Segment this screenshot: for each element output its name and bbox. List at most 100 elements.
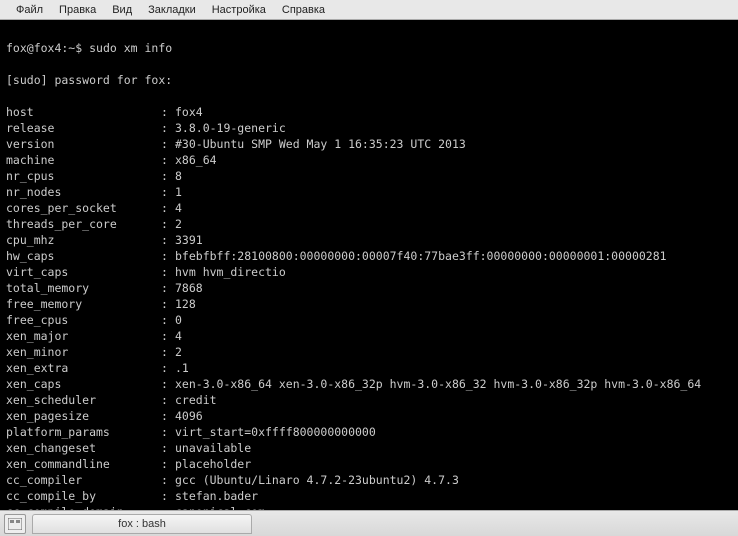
info-sep: : <box>161 504 175 510</box>
info-key: xen_commandline <box>6 456 161 472</box>
info-row: cores_per_socket: 4 <box>6 200 732 216</box>
info-row: nr_nodes: 1 <box>6 184 732 200</box>
info-value: #30-Ubuntu SMP Wed May 1 16:35:23 UTC 20… <box>175 136 466 152</box>
menu-view[interactable]: Вид <box>104 2 140 18</box>
info-value: gcc (Ubuntu/Linaro 4.7.2-23ubuntu2) 4.7.… <box>175 472 459 488</box>
info-row: virt_caps: hvm hvm_directio <box>6 264 732 280</box>
info-row: nr_cpus: 8 <box>6 168 732 184</box>
task-button-terminal[interactable]: fox : bash <box>32 514 252 534</box>
info-row: total_memory: 7868 <box>6 280 732 296</box>
info-row: xen_caps: xen-3.0-x86_64 xen-3.0-x86_32p… <box>6 376 732 392</box>
info-row: platform_params: virt_start=0xffff800000… <box>6 424 732 440</box>
info-row: free_cpus: 0 <box>6 312 732 328</box>
info-row: xen_pagesize: 4096 <box>6 408 732 424</box>
info-sep: : <box>161 424 175 440</box>
info-key: xen_scheduler <box>6 392 161 408</box>
info-sep: : <box>161 456 175 472</box>
menu-bookmarks[interactable]: Закладки <box>140 2 204 18</box>
info-value: 0 <box>175 312 182 328</box>
info-sep: : <box>161 184 175 200</box>
info-sep: : <box>161 440 175 456</box>
info-sep: : <box>161 232 175 248</box>
info-value: 3.8.0-19-generic <box>175 120 286 136</box>
info-row: release: 3.8.0-19-generic <box>6 120 732 136</box>
info-row: xen_changeset: unavailable <box>6 440 732 456</box>
info-sep: : <box>161 168 175 184</box>
info-row: cpu_mhz: 3391 <box>6 232 732 248</box>
command-line: fox@fox4:~$ sudo xm info <box>6 40 732 56</box>
info-value: 8 <box>175 168 182 184</box>
info-value: credit <box>175 392 217 408</box>
xm-info-output: host: fox4release: 3.8.0-19-genericversi… <box>6 104 732 510</box>
info-sep: : <box>161 296 175 312</box>
info-value: unavailable <box>175 440 251 456</box>
info-sep: : <box>161 152 175 168</box>
info-key: version <box>6 136 161 152</box>
info-row: host: fox4 <box>6 104 732 120</box>
info-key: xen_caps <box>6 376 161 392</box>
info-sep: : <box>161 328 175 344</box>
info-key: xen_minor <box>6 344 161 360</box>
info-sep: : <box>161 104 175 120</box>
info-row: version: #30-Ubuntu SMP Wed May 1 16:35:… <box>6 136 732 152</box>
info-sep: : <box>161 264 175 280</box>
info-key: total_memory <box>6 280 161 296</box>
info-key: cc_compile_by <box>6 488 161 504</box>
sudo-prompt: [sudo] password for fox: <box>6 72 732 88</box>
info-row: xen_scheduler: credit <box>6 392 732 408</box>
info-key: cpu_mhz <box>6 232 161 248</box>
menu-help[interactable]: Справка <box>274 2 333 18</box>
info-row: free_memory: 128 <box>6 296 732 312</box>
info-value: 128 <box>175 296 196 312</box>
info-sep: : <box>161 248 175 264</box>
info-key: virt_caps <box>6 264 161 280</box>
info-row: cc_compile_by: stefan.bader <box>6 488 732 504</box>
info-value: placeholder <box>175 456 251 472</box>
info-key: nr_nodes <box>6 184 161 200</box>
info-value: xen-3.0-x86_64 xen-3.0-x86_32p hvm-3.0-x… <box>175 376 701 392</box>
info-value: stefan.bader <box>175 488 258 504</box>
info-value: 4096 <box>175 408 203 424</box>
info-key: host <box>6 104 161 120</box>
info-key: free_memory <box>6 296 161 312</box>
info-row: hw_caps: bfebfbff:28100800:00000000:0000… <box>6 248 732 264</box>
info-value: 2 <box>175 216 182 232</box>
info-row: xen_extra: .1 <box>6 360 732 376</box>
show-desktop-button[interactable] <box>4 514 26 534</box>
terminal-output[interactable]: fox@fox4:~$ sudo xm info [sudo] password… <box>0 20 738 510</box>
info-row: xen_commandline: placeholder <box>6 456 732 472</box>
info-value: 3391 <box>175 232 203 248</box>
info-row: threads_per_core: 2 <box>6 216 732 232</box>
info-key: xen_changeset <box>6 440 161 456</box>
info-value: 7868 <box>175 280 203 296</box>
menu-edit[interactable]: Правка <box>51 2 104 18</box>
info-sep: : <box>161 120 175 136</box>
prompt: fox@fox4:~$ <box>6 41 82 55</box>
info-value: .1 <box>175 360 189 376</box>
info-key: hw_caps <box>6 248 161 264</box>
info-sep: : <box>161 312 175 328</box>
task-button-label: fox : bash <box>118 518 166 530</box>
info-key: nr_cpus <box>6 168 161 184</box>
info-key: xen_extra <box>6 360 161 376</box>
info-value: canonical.com <box>175 504 265 510</box>
info-key: xen_pagesize <box>6 408 161 424</box>
info-value: x86_64 <box>175 152 217 168</box>
info-sep: : <box>161 344 175 360</box>
info-sep: : <box>161 488 175 504</box>
command: sudo xm info <box>89 41 172 55</box>
menu-settings[interactable]: Настройка <box>204 2 274 18</box>
info-value: 1 <box>175 184 182 200</box>
info-value: 2 <box>175 344 182 360</box>
info-value: hvm hvm_directio <box>175 264 286 280</box>
info-sep: : <box>161 392 175 408</box>
info-sep: : <box>161 280 175 296</box>
info-sep: : <box>161 216 175 232</box>
menu-file[interactable]: Файл <box>8 2 51 18</box>
info-value: 4 <box>175 200 182 216</box>
info-sep: : <box>161 360 175 376</box>
info-row: cc_compiler: gcc (Ubuntu/Linaro 4.7.2-23… <box>6 472 732 488</box>
info-key: threads_per_core <box>6 216 161 232</box>
info-value: fox4 <box>175 104 203 120</box>
taskbar: fox : bash <box>0 510 738 536</box>
